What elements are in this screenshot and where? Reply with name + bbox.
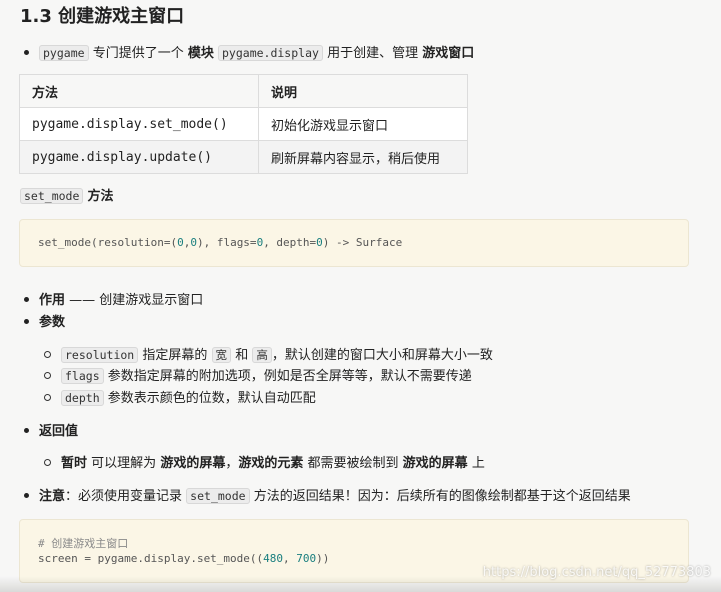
sub-bullet-circle: [44, 351, 51, 358]
bullet-dot: [24, 428, 29, 433]
text: —— 创建游戏显示窗口: [69, 293, 204, 308]
table-cell-method: pygame.display.set_mode(): [19, 107, 259, 141]
text: 上: [471, 456, 485, 471]
table-row: pygame.display.update() 刷新屏幕内容显示，稍后使用: [19, 140, 468, 174]
note-bullet: 注意：必须使用变量记录 set_mode 方法的返回结果！因为：后续所有的图像绘…: [24, 487, 631, 506]
table-cell-method: pygame.display.update(): [19, 140, 259, 174]
text: ，: [225, 456, 239, 471]
bold-text: 游戏窗口: [422, 46, 475, 61]
table-header-method: 方法: [19, 74, 259, 108]
text: 参数表示颜色的位数，默认自动匹配: [107, 391, 316, 406]
inline-code: pygame: [39, 45, 89, 61]
inline-code: 宽: [211, 347, 232, 363]
param-item: depth 参数表示颜色的位数，默认自动匹配: [44, 389, 316, 408]
inline-code: set_mode: [186, 488, 250, 504]
table-header-row: 方法 说明: [19, 74, 468, 108]
param-item: flags 参数指定屏幕的附加选项，例如是否全屏等等，默认不需要传递: [44, 367, 472, 386]
bullet-dot: [24, 319, 29, 324]
inline-code: set_mode: [20, 188, 84, 204]
bullet-dot: [24, 297, 29, 302]
bold-text: 返回值: [39, 424, 79, 439]
text: 专门提供了一个: [92, 46, 184, 61]
inline-code: flags: [61, 368, 104, 384]
param-item: resolution 指定屏幕的 宽 和 高，默认创建的窗口大小和屏幕大小一致: [44, 346, 493, 365]
inline-code: 高: [252, 347, 272, 363]
code-comment: # 创建游戏主窗口: [38, 537, 129, 550]
bold-text: 游戏的屏幕: [402, 456, 468, 471]
bold-text: 模块: [187, 46, 214, 61]
methods-table: 方法 说明 pygame.display.set_mode() 初始化游戏显示窗…: [19, 74, 468, 174]
text: 用于创建、管理: [327, 46, 419, 61]
document-page: 1.3 创建游戏主窗口 pygame 专门提供了一个 模块 pygame.dis…: [0, 0, 721, 592]
code-block-signature: set_mode(resolution=(0,0), flags=0, dept…: [19, 219, 689, 267]
code-line: set_mode(resolution=(0,0), flags=0, dept…: [38, 236, 403, 249]
inline-code: depth: [61, 390, 104, 406]
params-bullet: 参数: [24, 314, 65, 332]
text: 可以理解为: [91, 456, 157, 471]
text: ：必须使用变量记录: [65, 489, 183, 504]
bold-text: 参数: [39, 315, 66, 330]
inline-code: resolution: [61, 347, 139, 363]
retval-bullet: 返回值: [24, 423, 78, 441]
sub-bullet-circle: [44, 372, 51, 379]
text: 都需要被绘制到: [307, 456, 399, 471]
table-cell-desc: 刷新屏幕内容显示，稍后使用: [258, 140, 468, 174]
setmode-title: set_mode 方法: [20, 187, 114, 206]
text: 指定屏幕的: [142, 348, 208, 363]
sub-bullet-circle: [44, 459, 51, 466]
inline-code: pygame.display: [218, 45, 323, 61]
text: 参数指定屏幕的附加选项，例如是否全屏等等，默认不需要传递: [107, 369, 472, 384]
purpose-bullet: 作用 —— 创建游戏显示窗口: [24, 292, 203, 310]
bold-text: 游戏的屏幕: [160, 456, 226, 471]
table-row: pygame.display.set_mode() 初始化游戏显示窗口: [19, 107, 468, 141]
bold-text: 暂时: [61, 456, 88, 471]
bold-text: 注意: [39, 489, 66, 504]
retval-item: 暂时 可以理解为 游戏的屏幕，游戏的元素 都需要被绘制到 游戏的屏幕 上: [44, 455, 485, 473]
watermark: https://blog.csdn.net/qq_52773803: [482, 565, 711, 580]
bullet-dot: [24, 493, 29, 498]
section-heading: 1.3 创建游戏主窗口: [20, 6, 185, 27]
bold-text: 方法: [87, 189, 114, 204]
bullet-dot: [24, 50, 29, 55]
intro-bullet: pygame 专门提供了一个 模块 pygame.display 用于创建、管理…: [24, 44, 474, 63]
code-line: screen = pygame.display.set_mode((480, 7…: [38, 552, 330, 565]
bold-text: 游戏的元素: [238, 456, 304, 471]
text: ，默认创建的窗口大小和屏幕大小一致: [271, 348, 493, 363]
bold-text: 作用: [39, 293, 66, 308]
sub-bullet-circle: [44, 394, 51, 401]
text: 方法的返回结果！因为：后续所有的图像绘制都基于这个返回结果: [253, 489, 631, 504]
table-cell-desc: 初始化游戏显示窗口: [258, 107, 468, 141]
table-header-desc: 说明: [258, 74, 468, 108]
text: 和: [235, 348, 249, 363]
